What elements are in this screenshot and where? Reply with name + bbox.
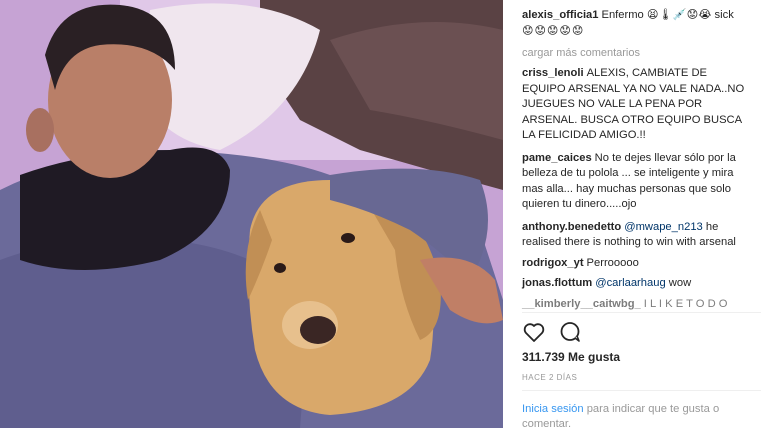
divider [522, 390, 761, 391]
photo-illustration [0, 0, 503, 428]
comment-item: criss_lenoli ALEXIS, CAMBIATE DE EQUIPO A… [522, 66, 753, 144]
login-link[interactable]: Inicia sesión [522, 403, 584, 415]
comment-username[interactable]: jonas.flottum [522, 277, 592, 289]
comment-item: anthony.benedetto @mwape_n213 he realised… [522, 220, 753, 251]
caption-username[interactable]: alexis_officia1 [522, 9, 599, 21]
load-more-comments-link[interactable]: cargar más comentarios [522, 47, 753, 59]
comment-text: wow [668, 277, 692, 289]
comment-mention[interactable]: @mwape_n213 [624, 221, 703, 233]
caption-text: Enfermo 😫🌡💉😟😭 sick [601, 9, 734, 21]
comment-text: I L I K E T O D O [643, 297, 728, 310]
comment-username[interactable]: rodrigox_yt [522, 257, 584, 269]
comment-item: pame_caices No te dejes llevar sólo por l… [522, 151, 753, 213]
comment-item: __kimberly__caitwbg_ I L I K E T O D O [522, 297, 753, 313]
comment-username[interactable]: criss_lenoli [522, 67, 584, 79]
like-count[interactable]: 311.739 Me gusta [522, 350, 620, 364]
heart-icon[interactable] [522, 320, 546, 344]
comment-text: Perrooooo [586, 256, 639, 269]
caption: alexis_officia1 Enfermo 😫🌡💉😟😭 sick 😟😟😟😟😟 [522, 8, 753, 39]
post-timestamp: HACE 2 DÍAS [522, 373, 578, 382]
comment-item: jonas.flottum @carlaarhaug wow [522, 276, 753, 292]
comment-mention[interactable]: @carlaarhaug [595, 277, 665, 289]
comment-username[interactable]: __kimberly__caitwbg_ [522, 298, 641, 310]
comment-username[interactable]: pame_caices [522, 152, 592, 164]
comment-item: rodrigox_yt Perrooooo [522, 256, 753, 272]
comment-icon[interactable] [558, 320, 582, 344]
post-photo [0, 0, 503, 428]
caption-emoji-row: 😟😟😟😟😟 [522, 24, 585, 37]
comment-username[interactable]: anthony.benedetto [522, 221, 621, 233]
divider [522, 312, 761, 313]
action-bar [522, 320, 582, 344]
